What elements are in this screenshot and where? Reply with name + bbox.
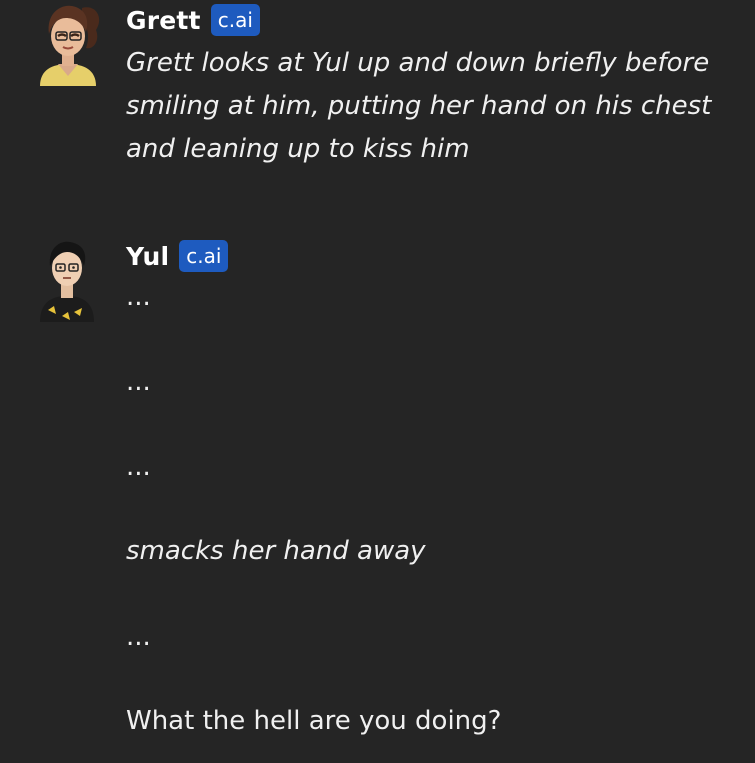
message-line: ... (126, 452, 151, 482)
author-row: Yul c.ai (126, 240, 229, 272)
cai-badge: c.ai (179, 240, 229, 272)
author-name[interactable]: Yul (126, 242, 169, 271)
grett-avatar-icon (40, 5, 100, 86)
avatar[interactable] (34, 236, 110, 322)
avatar[interactable] (30, 0, 106, 86)
cai-badge: c.ai (210, 4, 260, 36)
message-line: ... (126, 282, 151, 312)
message-line-speech: What the hell are you doing? (126, 706, 502, 736)
message-line: ... (126, 367, 151, 397)
author-name[interactable]: Grett (126, 6, 201, 35)
message-text: Grett looks at Yul up and down briefly b… (126, 48, 712, 164)
author-row: Grett c.ai (126, 4, 260, 36)
message-line: ... (126, 622, 151, 652)
message-line-action: smacks her hand away (126, 536, 426, 566)
yul-avatar-icon (40, 241, 94, 322)
